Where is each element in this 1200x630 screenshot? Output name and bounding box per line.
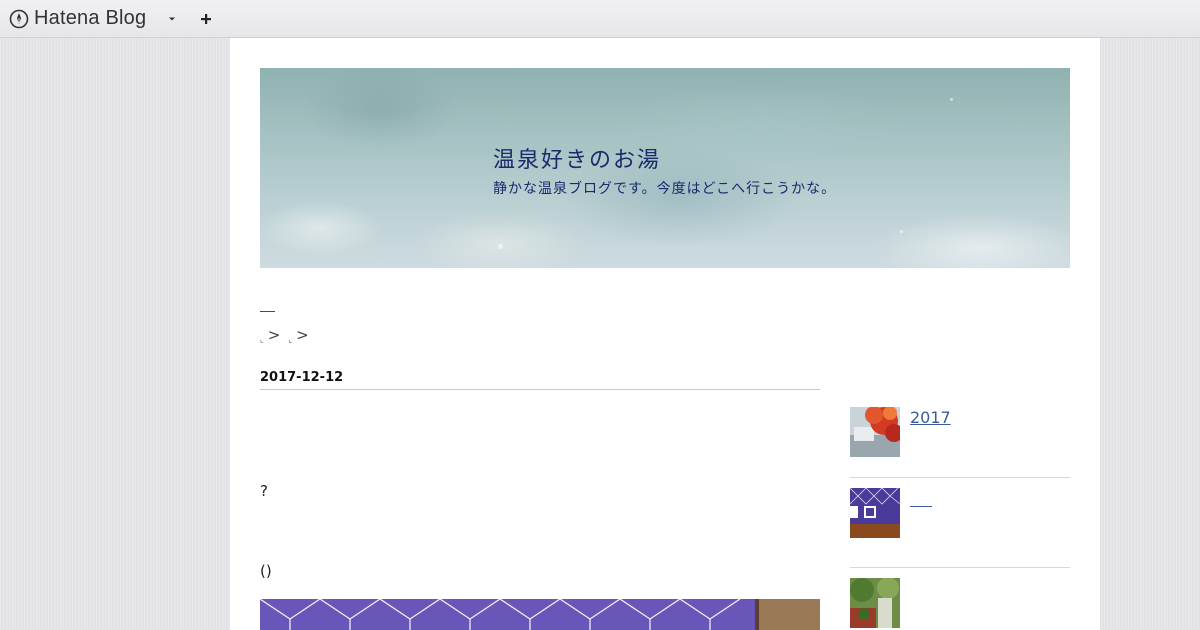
article-paragraph: ? <box>260 482 268 500</box>
plus-icon[interactable] <box>199 12 213 26</box>
breadcrumb-separator: > <box>267 326 281 344</box>
article-paragraph: () <box>260 562 272 580</box>
brand-label: Hatena Blog <box>34 7 147 29</box>
onsen-noren-photo[interactable] <box>260 599 820 630</box>
hatena-blog-logo[interactable]: Hatena Blog <box>9 7 146 30</box>
breadcrumb-item[interactable]: ⌞ <box>260 335 264 344</box>
blog-title[interactable]: 温泉好きのお湯 <box>493 142 661 174</box>
hatena-pen-icon <box>9 9 29 29</box>
sidebar-related-entries: 2017 <box>850 407 1070 630</box>
breadcrumb-separator: > <box>296 326 309 344</box>
autumn-leaves-thumbnail[interactable] <box>850 407 900 457</box>
caret-down-icon[interactable] <box>166 13 178 25</box>
sidebar-entry <box>850 578 1070 630</box>
blog-description: 静かな温泉ブログです。今度はどこへ行こうかな。 <box>493 181 837 197</box>
breadcrumb-item[interactable]: ⌞ <box>288 335 292 344</box>
sidebar-entry-link[interactable] <box>910 506 932 507</box>
hatena-toolbar: Hatena Blog <box>0 0 1200 38</box>
sidebar-entry: 2017 <box>850 407 1070 478</box>
water-glint <box>498 244 503 249</box>
sidebar-entry-link[interactable]: 2017 <box>910 408 951 427</box>
water-glint <box>950 98 953 101</box>
category-link[interactable] <box>260 300 275 312</box>
sidebar-entry <box>850 488 1070 568</box>
blog-main-container: 温泉好きのお湯 静かな温泉ブログです。今度はどこへ行こうかな。 ⌞ > ⌞ > … <box>230 38 1100 630</box>
blog-header-banner: 温泉好きのお湯 静かな温泉ブログです。今度はどこへ行こうかな。 <box>260 68 1070 268</box>
breadcrumb: ⌞ > ⌞ > <box>258 326 315 344</box>
garden-thumbnail[interactable] <box>850 578 900 628</box>
article-date[interactable]: 2017-12-12 <box>260 370 820 390</box>
onsen-noren-thumbnail[interactable] <box>850 488 900 538</box>
water-glint <box>900 230 903 233</box>
